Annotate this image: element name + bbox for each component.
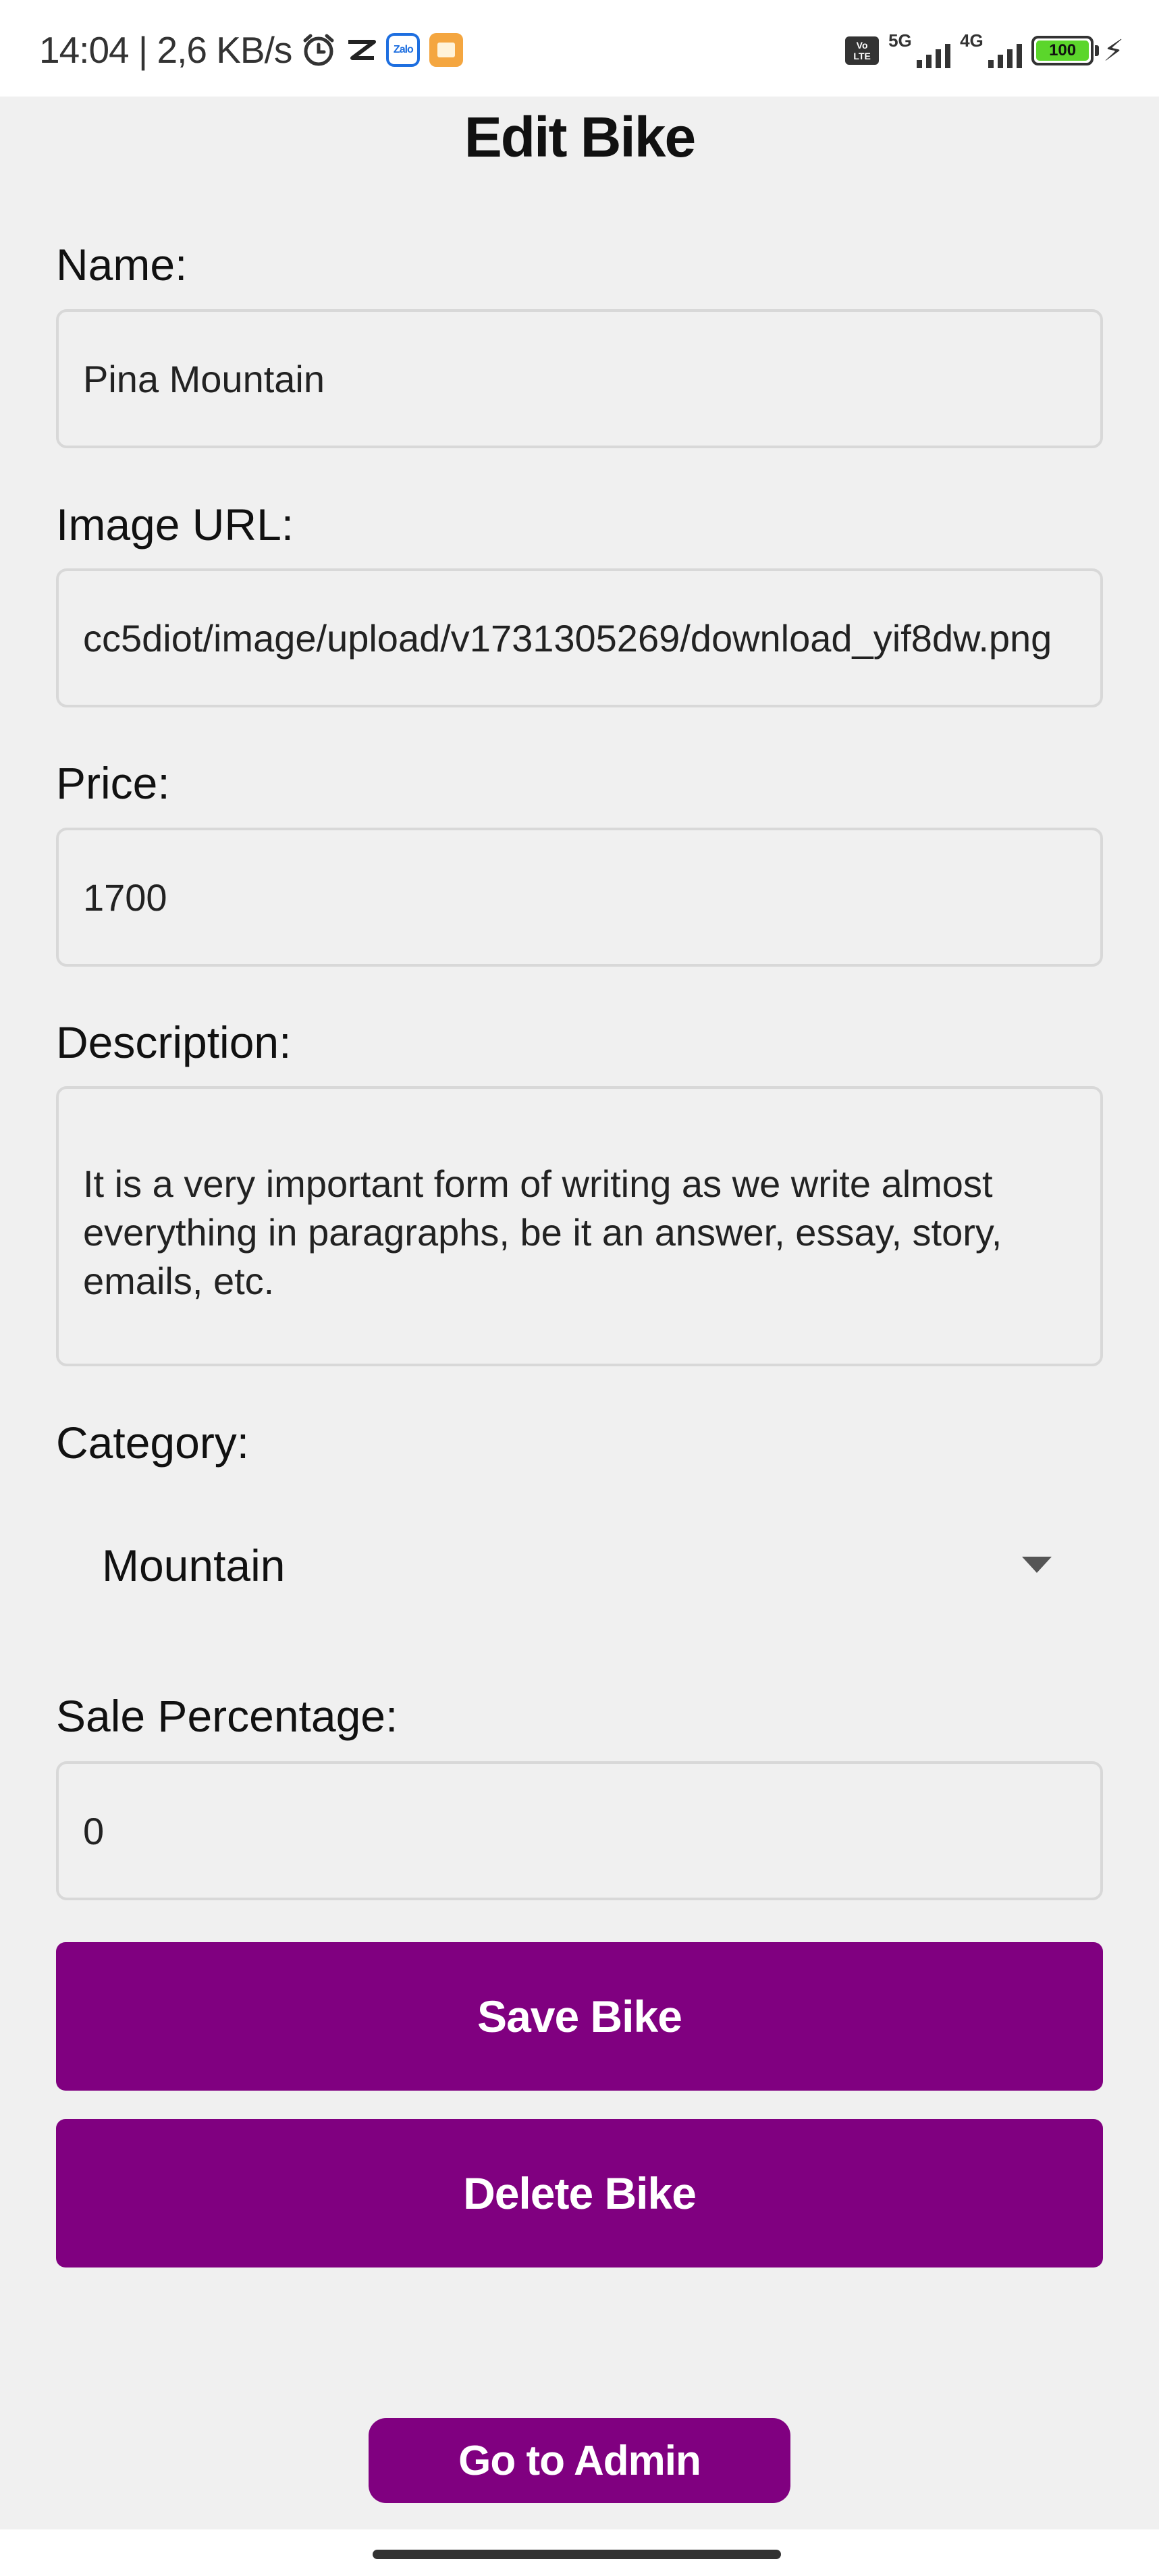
battery-icon: 100: [1031, 36, 1100, 65]
category-select[interactable]: Mountain: [56, 1508, 1103, 1623]
signal-5g-icon: 5G: [888, 30, 951, 71]
chevron-down-icon: [1022, 1557, 1052, 1573]
image-url-input-value: cc5diot/image/upload/v1731305269/downloa…: [83, 616, 1052, 660]
signal-4g-icon: 4G: [960, 30, 1023, 71]
page-title: Edit Bike: [464, 105, 696, 169]
image-url-input[interactable]: cc5diot/image/upload/v1731305269/downloa…: [56, 568, 1103, 707]
image-url-label: Image URL:: [56, 500, 294, 549]
gesture-nav-bar: [0, 2529, 1159, 2576]
charging-icon: ⚡: [1103, 34, 1124, 68]
sale-percentage-input-value: 0: [83, 1809, 105, 1852]
status-bar: 14:04 | 2,6 KB/s Zalo Vo LTE 5G 4G 100 ⚡: [0, 0, 1159, 97]
volte-icon: Vo LTE: [845, 36, 880, 65]
delete-bike-button[interactable]: Delete Bike: [56, 2119, 1103, 2268]
zalo-icon: Zalo: [386, 33, 421, 67]
name-label: Name:: [56, 240, 188, 290]
price-input-value: 1700: [83, 876, 167, 919]
save-bike-button[interactable]: Save Bike: [56, 1942, 1103, 2091]
go-to-admin-button[interactable]: Go to Admin: [369, 2418, 790, 2503]
category-label: Category:: [56, 1418, 250, 1468]
alarm-icon: [301, 32, 336, 68]
network-5g-label: 5G: [888, 30, 912, 51]
price-label: Price:: [56, 758, 170, 808]
status-left: 14:04 | 2,6 KB/s Zalo: [39, 26, 464, 74]
volte-label-bottom: LTE: [853, 51, 871, 61]
name-input-value: Pina Mountain: [83, 357, 325, 400]
battery-level: 100: [1036, 41, 1089, 61]
capcut-icon: [346, 36, 377, 63]
home-gesture-handle[interactable]: [373, 2550, 781, 2559]
price-input[interactable]: 1700: [56, 828, 1103, 967]
network-4g-label: 4G: [960, 30, 983, 51]
description-textarea[interactable]: It is a very important form of writing a…: [56, 1086, 1103, 1366]
sale-percentage-label: Sale Percentage:: [56, 1691, 398, 1741]
category-selected-value: Mountain: [102, 1540, 286, 1590]
sale-percentage-input[interactable]: 0: [56, 1761, 1103, 1900]
description-label: Description:: [56, 1017, 292, 1067]
description-textarea-value: It is a very important form of writing a…: [83, 1162, 1002, 1302]
name-input[interactable]: Pina Mountain: [56, 309, 1103, 448]
volte-label-top: Vo: [856, 40, 868, 51]
notes-icon: [429, 33, 464, 67]
status-right: Vo LTE 5G 4G 100 ⚡: [845, 27, 1124, 74]
status-time-speed: 14:04 | 2,6 KB/s: [39, 29, 292, 71]
